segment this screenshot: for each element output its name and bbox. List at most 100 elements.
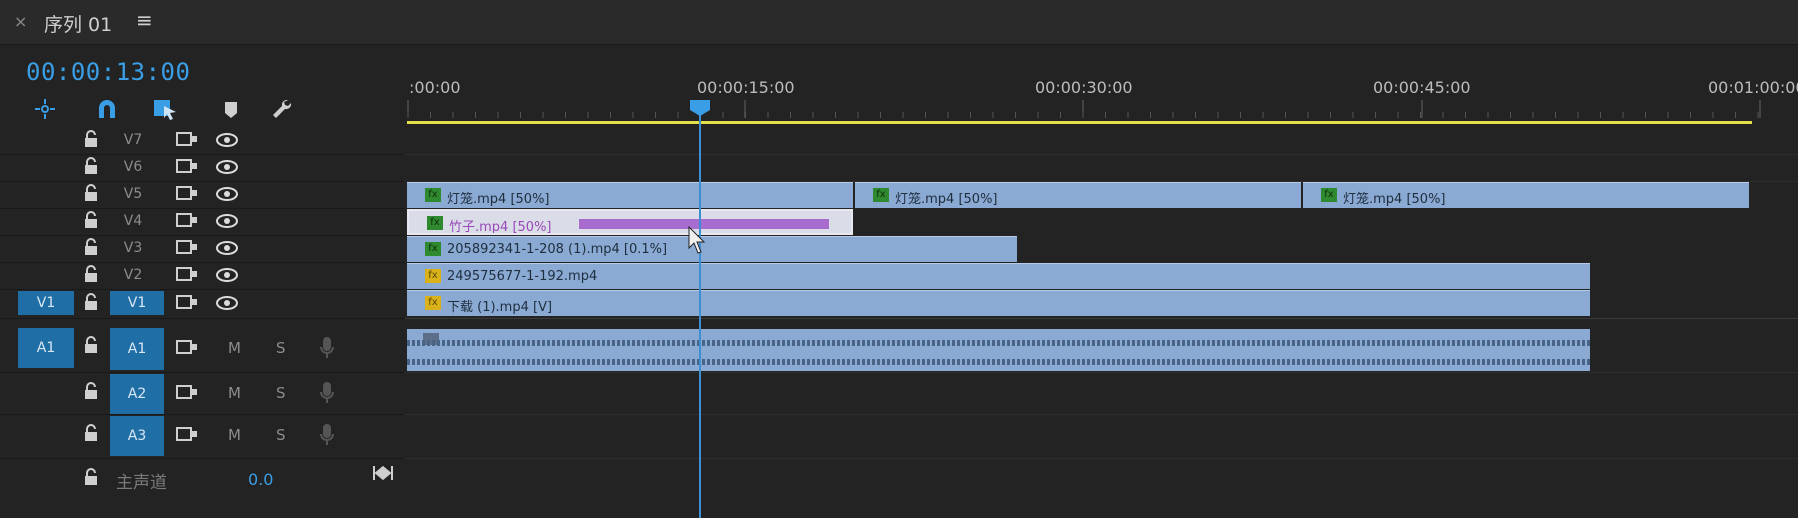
track-label[interactable]: V2 (118, 267, 148, 283)
master-track-header: 主声道 0.0 (0, 458, 404, 498)
sync-lock-icon[interactable] (176, 295, 198, 311)
track-target-a3[interactable]: A3 (110, 416, 164, 456)
clip-name: 205892341-1-208 (1).mp4 [0.1%] (447, 242, 668, 257)
lock-icon[interactable] (84, 130, 98, 148)
lock-icon[interactable] (84, 238, 98, 256)
lock-icon[interactable] (84, 211, 98, 229)
track-target-a1[interactable]: A1 (110, 328, 164, 370)
solo-button[interactable]: S (276, 384, 286, 402)
mute-button[interactable]: M (228, 339, 241, 357)
eye-icon[interactable] (216, 241, 238, 255)
lock-icon[interactable] (84, 468, 98, 486)
lock-icon[interactable] (84, 293, 98, 311)
clip-name: 249575677-1-192.mp4 (447, 269, 598, 284)
clip-name: 灯笼.mp4 [50%] (447, 192, 550, 207)
settings-wrench-icon[interactable] (268, 96, 298, 122)
sync-lock-icon[interactable] (176, 186, 198, 202)
eye-icon[interactable] (216, 160, 238, 174)
clip-name: 下载 (1).mp4 [V] (447, 300, 553, 315)
panel-header: × 序列 01 ≡ (0, 0, 1798, 45)
fx-badge-icon: fx (873, 188, 889, 202)
clip-v3[interactable]: fx 205892341-1-208 (1).mp4 [0.1%] (407, 236, 1017, 262)
microphone-icon[interactable] (320, 336, 334, 360)
lock-icon[interactable] (84, 265, 98, 283)
work-area-bar[interactable] (407, 121, 1752, 124)
sync-lock-icon[interactable] (176, 159, 198, 175)
track-label[interactable]: V7 (118, 132, 148, 148)
master-track-label: 主声道 (116, 473, 167, 493)
panel-menu-icon[interactable]: ≡ (136, 8, 153, 32)
track-label[interactable]: V6 (118, 159, 148, 175)
go-to-in-out-icon[interactable] (372, 464, 394, 482)
clip-v5-3[interactable]: fx 灯笼.mp4 [50%] (1303, 182, 1749, 208)
microphone-icon[interactable] (320, 423, 334, 447)
track-header-a2: A2 M S (0, 372, 404, 415)
lock-icon[interactable] (84, 382, 98, 400)
solo-button[interactable]: S (276, 339, 286, 357)
sync-lock-icon[interactable] (176, 213, 198, 229)
track-header-v6: V6 (0, 154, 404, 182)
fx-badge-icon: fx (425, 296, 441, 310)
lock-icon[interactable] (84, 336, 98, 354)
sync-lock-icon[interactable] (176, 240, 198, 256)
sync-lock-icon[interactable] (176, 385, 198, 401)
source-patch-a1[interactable]: A1 (18, 328, 74, 368)
playhead-icon[interactable] (690, 100, 710, 116)
track-label[interactable]: V3 (118, 240, 148, 256)
mute-button[interactable]: M (228, 426, 241, 444)
lock-icon[interactable] (84, 157, 98, 175)
fx-badge-icon: fx (1321, 188, 1337, 202)
track-header-v7: V7 (0, 127, 404, 155)
mouse-cursor-icon (688, 226, 706, 254)
fx-badge-icon: fx (425, 188, 441, 202)
microphone-icon[interactable] (320, 381, 334, 405)
audio-waveform (407, 333, 1590, 365)
clip-v5-1[interactable]: fx 灯笼.mp4 [50%] (407, 182, 853, 208)
master-volume-value[interactable]: 0.0 (248, 470, 273, 489)
lock-icon[interactable] (84, 184, 98, 202)
track-label[interactable]: V5 (118, 186, 148, 202)
clip-name: 灯笼.mp4 [50%] (895, 192, 998, 207)
source-patch-v1[interactable]: V1 (18, 291, 74, 315)
track-header-a3: A3 M S (0, 414, 404, 459)
eye-icon[interactable] (216, 214, 238, 228)
ruler-label: 00:00:30:00 (1035, 78, 1133, 97)
track-label[interactable]: V4 (118, 213, 148, 229)
nest-tool-icon[interactable] (30, 96, 60, 122)
track-header-v1: V1 V1 (0, 289, 404, 319)
track-target-a2[interactable]: A2 (110, 374, 164, 414)
playhead-line (699, 100, 701, 518)
sync-lock-icon[interactable] (176, 340, 198, 356)
close-tab-button[interactable]: × (14, 12, 27, 31)
audio-clip-a1[interactable] (407, 329, 1590, 371)
sequence-tab-title[interactable]: 序列 01 (44, 10, 112, 37)
lock-icon[interactable] (84, 424, 98, 442)
ruler-label: 00:00:15:00 (697, 78, 795, 97)
eye-icon[interactable] (216, 296, 238, 310)
track-header-v3: V3 (0, 235, 404, 263)
marker-icon[interactable] (216, 96, 246, 122)
track-target-v1[interactable]: V1 (110, 291, 164, 315)
sync-lock-icon[interactable] (176, 267, 198, 283)
mute-button[interactable]: M (228, 384, 241, 402)
eye-icon[interactable] (216, 187, 238, 201)
track-header-a1: A1 A1 M S (0, 326, 404, 373)
eye-icon[interactable] (216, 268, 238, 282)
clip-v1[interactable]: fx 下载 (1).mp4 [V] (407, 290, 1590, 316)
clip-v5-2[interactable]: fx 灯笼.mp4 [50%] (855, 182, 1301, 208)
ruler-label: 00:01:00:00 (1708, 78, 1798, 97)
sync-lock-icon[interactable] (176, 427, 198, 443)
clip-v4-selected[interactable]: fx 竹子.mp4 [50%] (407, 209, 853, 235)
track-header-v2: V2 (0, 262, 404, 290)
clip-v2[interactable]: fx 249575677-1-192.mp4 (407, 263, 1590, 289)
ruler-label: 00:00:45:00 (1373, 78, 1471, 97)
time-ruler[interactable] (405, 96, 1798, 122)
snap-magnet-icon[interactable] (92, 96, 122, 122)
track-header-v4: V4 (0, 208, 404, 236)
eye-icon[interactable] (216, 133, 238, 147)
linked-selection-icon[interactable] (150, 96, 180, 122)
sync-lock-icon[interactable] (176, 132, 198, 148)
timecode-display[interactable]: 00:00:13:00 (26, 58, 190, 86)
fx-badge-icon: fx (425, 269, 441, 283)
solo-button[interactable]: S (276, 426, 286, 444)
